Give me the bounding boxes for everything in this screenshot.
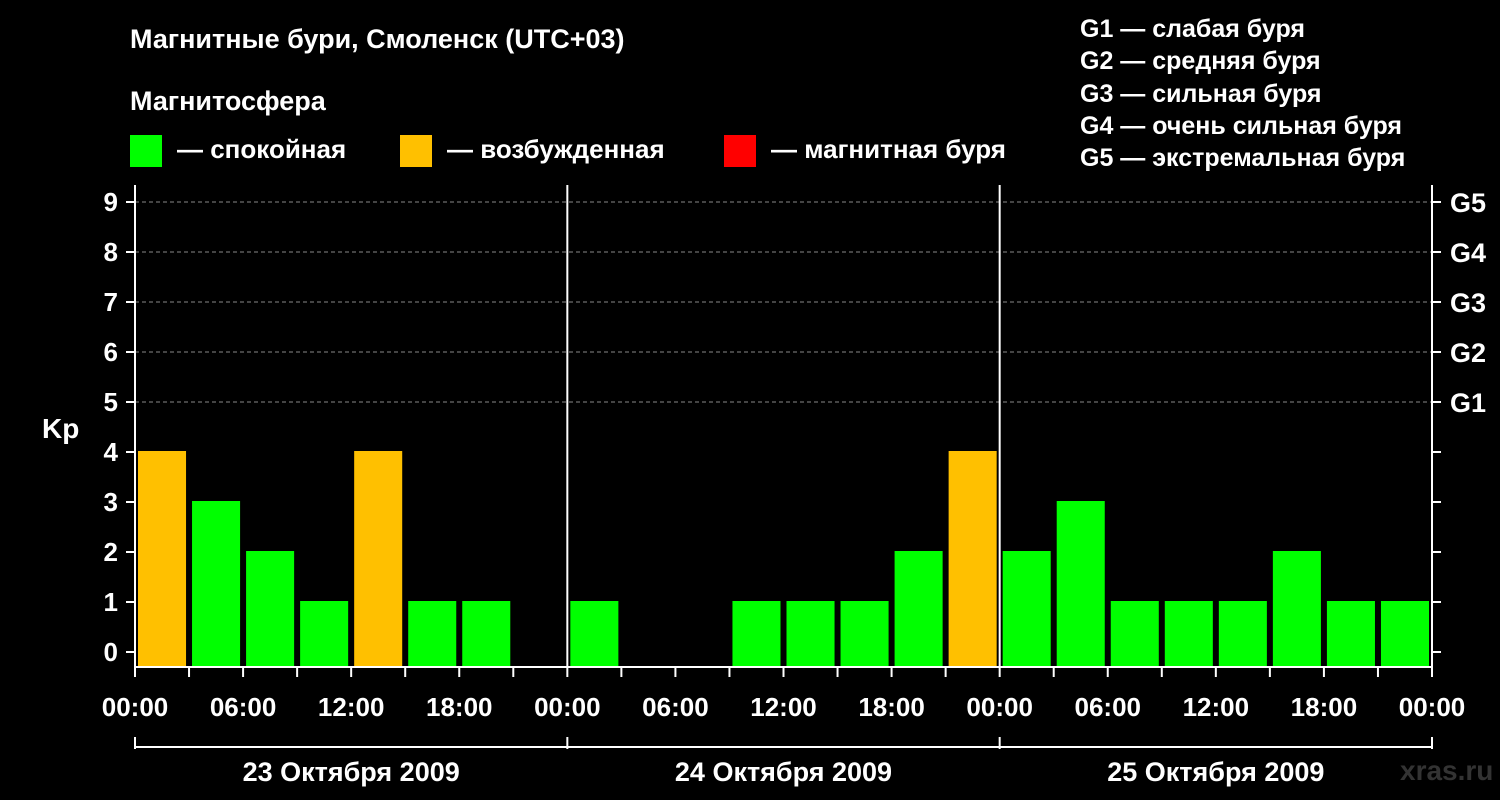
y-tick-label: 2 [104, 537, 118, 567]
kp-bar [894, 551, 943, 667]
kp-bar [1272, 551, 1321, 667]
kp-bar [732, 601, 781, 667]
kp-bar [948, 451, 997, 667]
kp-bar [408, 601, 457, 667]
kp-bar [1110, 601, 1159, 667]
y-tick-label: 4 [104, 437, 119, 467]
kp-bar [570, 601, 619, 667]
y-axis-label: Kp [42, 413, 79, 444]
x-tick-label: 18:00 [858, 692, 925, 722]
day-label: 23 Октября 2009 [243, 757, 460, 787]
y-tick-label: 3 [104, 487, 118, 517]
g-level-label: G2 [1450, 338, 1486, 368]
x-tick-label: 00:00 [102, 692, 169, 722]
kp-chart: 0 1 2 3 4 5 6 7 8 9 G1 G2 G3 G4 G5 Kp 00:00 06:00 12:00 18:… [42, 185, 1486, 787]
kp-bar [192, 501, 241, 667]
kp-bar [786, 601, 835, 667]
y-tick-label: 8 [104, 237, 118, 267]
x-tick-label: 06:00 [1075, 692, 1142, 722]
watermark: xras.ru [1400, 755, 1494, 786]
kp-bar [1380, 601, 1429, 667]
kp-bar [1002, 551, 1051, 667]
kp-bar [300, 601, 349, 667]
x-tick-label: 12:00 [1183, 692, 1250, 722]
kp-bar [246, 551, 295, 667]
y-tick-label: 0 [104, 637, 118, 667]
kp-bar [462, 601, 511, 667]
y-tick-label: 9 [104, 187, 118, 217]
day-label: 25 Октября 2009 [1107, 757, 1324, 787]
x-tick-label: 18:00 [1291, 692, 1358, 722]
kp-bar [840, 601, 889, 667]
x-tick-label: 00:00 [1399, 692, 1466, 722]
x-tick-label: 12:00 [750, 692, 817, 722]
kp-bar [1056, 501, 1105, 667]
y-tick-label: 1 [104, 587, 118, 617]
x-tick-label: 12:00 [318, 692, 385, 722]
kp-bar [1326, 601, 1375, 667]
kp-bar [354, 451, 403, 667]
x-tick-label: 06:00 [642, 692, 709, 722]
y-tick-label: 6 [104, 337, 118, 367]
y-tick-label: 5 [104, 387, 118, 417]
x-tick-label: 06:00 [210, 692, 277, 722]
x-tick-label: 00:00 [966, 692, 1033, 722]
kp-bar [1218, 601, 1267, 667]
y-tick-label: 7 [104, 287, 118, 317]
g-level-label: G5 [1450, 188, 1486, 218]
g-level-label: G1 [1450, 388, 1486, 418]
day-label: 24 Октября 2009 [675, 757, 892, 787]
kp-bar [138, 451, 187, 667]
x-tick-label: 00:00 [534, 692, 601, 722]
kp-bar [1164, 601, 1213, 667]
g-level-label: G4 [1450, 238, 1486, 268]
x-tick-label: 18:00 [426, 692, 493, 722]
g-level-label: G3 [1450, 288, 1486, 318]
